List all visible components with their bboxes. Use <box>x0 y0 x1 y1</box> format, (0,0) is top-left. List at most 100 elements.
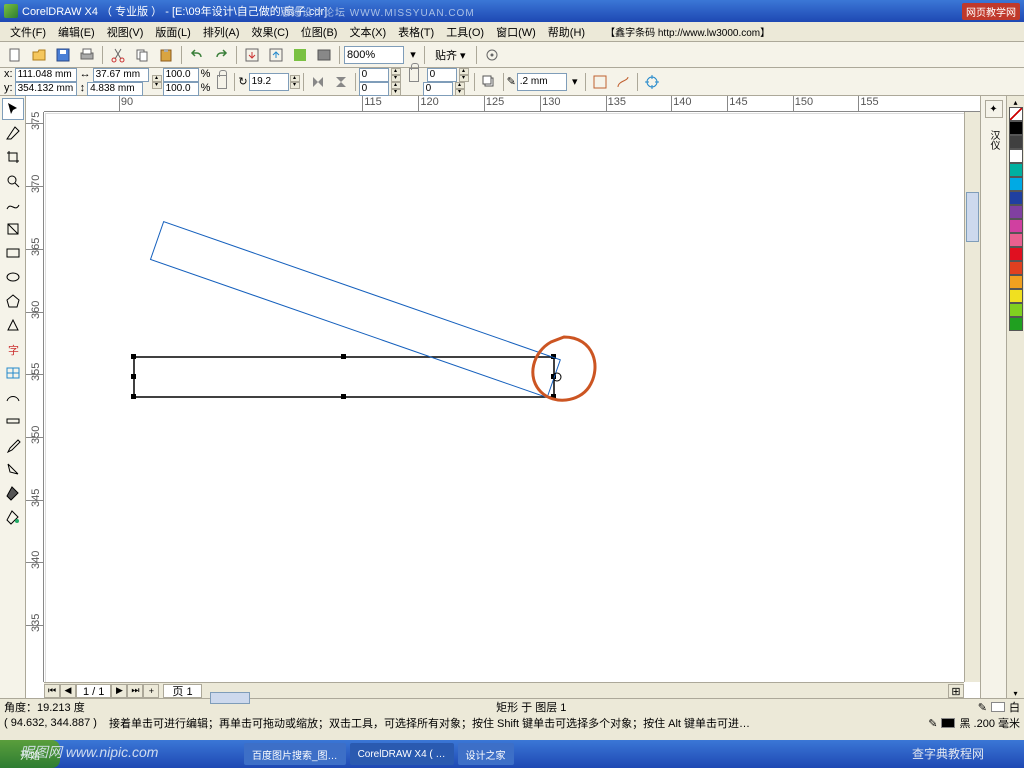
paste-icon[interactable] <box>155 44 177 66</box>
new-icon[interactable] <box>4 44 26 66</box>
next-page-icon[interactable]: ▶ <box>111 684 127 698</box>
menu-help[interactable]: 帮助(H) <box>542 22 591 42</box>
corner-rx-input[interactable] <box>359 68 389 82</box>
rotation-input[interactable] <box>249 73 289 91</box>
dimension-tool-icon[interactable] <box>2 386 24 408</box>
canvas-area[interactable]: 90 115 120 125 130 135 140 145 150 155 3… <box>26 96 980 698</box>
color-swatch[interactable] <box>1009 247 1023 261</box>
redo-icon[interactable] <box>210 44 232 66</box>
menu-file[interactable]: 文件(F) <box>4 22 52 42</box>
prev-page-icon[interactable]: ◀ <box>60 684 76 698</box>
menu-table[interactable]: 表格(T) <box>392 22 440 42</box>
eyedropper-tool-icon[interactable] <box>2 434 24 456</box>
menu-edit[interactable]: 编辑(E) <box>52 22 101 42</box>
zoom-input[interactable] <box>344 46 404 64</box>
vertical-scrollbar[interactable] <box>964 112 980 682</box>
menu-view[interactable]: 视图(V) <box>101 22 150 42</box>
scale-y-input[interactable] <box>163 82 199 96</box>
color-swatch[interactable] <box>1009 317 1023 331</box>
freehand-tool-icon[interactable] <box>2 194 24 216</box>
copy-icon[interactable] <box>131 44 153 66</box>
wrap-text-icon[interactable] <box>589 71 611 93</box>
interactive-tool-icon[interactable] <box>2 410 24 432</box>
outline-tool-icon[interactable] <box>2 458 24 480</box>
menu-window[interactable]: 窗口(W) <box>490 22 542 42</box>
pos-x-input[interactable] <box>15 68 77 82</box>
menu-arrange[interactable]: 排列(A) <box>197 22 246 42</box>
corner-lock-icon[interactable] <box>409 68 419 82</box>
page-tab[interactable]: 页 1 <box>163 684 201 698</box>
pick-tool-icon[interactable] <box>2 98 24 120</box>
polygon-tool-icon[interactable] <box>2 290 24 312</box>
print-icon[interactable] <box>76 44 98 66</box>
mirror-h-icon[interactable] <box>307 71 329 93</box>
task-baidu[interactable]: 百度图片搜索_图… <box>244 743 346 765</box>
app-launcher-icon[interactable] <box>289 44 311 66</box>
fill-tool-icon[interactable] <box>2 482 24 504</box>
no-fill-swatch[interactable] <box>1009 107 1023 121</box>
rectangle-tool-icon[interactable] <box>2 242 24 264</box>
ellipse-tool-icon[interactable] <box>2 266 24 288</box>
palette-down-icon[interactable]: ▾ <box>1013 689 1017 698</box>
color-swatch[interactable] <box>1009 219 1023 233</box>
color-swatch[interactable] <box>1009 233 1023 247</box>
undo-icon[interactable] <box>186 44 208 66</box>
crosshair-icon[interactable] <box>641 71 663 93</box>
height-input[interactable] <box>87 82 143 96</box>
docker-color-icon[interactable]: 汉仪 <box>985 120 1003 160</box>
color-swatch[interactable] <box>1009 275 1023 289</box>
cut-icon[interactable] <box>107 44 129 66</box>
to-front-icon[interactable] <box>478 71 500 93</box>
outline-swatch[interactable] <box>941 718 955 728</box>
scale-x-input[interactable] <box>163 68 199 82</box>
outline-width-input[interactable] <box>517 73 567 91</box>
welcome-icon[interactable] <box>313 44 335 66</box>
menu-extra-link[interactable]: 【鑫字条码 http://www.lw3000.com】 <box>599 22 776 41</box>
drawing-canvas[interactable] <box>44 112 964 682</box>
color-swatch[interactable] <box>1009 289 1023 303</box>
palette-up-icon[interactable]: ▴ <box>1013 98 1017 107</box>
color-swatch[interactable] <box>1009 163 1023 177</box>
color-swatch[interactable] <box>1009 191 1023 205</box>
color-swatch[interactable] <box>1009 121 1023 135</box>
navigator-icon[interactable]: ⊞ <box>948 684 964 698</box>
menu-effects[interactable]: 效果(C) <box>246 22 295 42</box>
outline-dropdown-icon[interactable]: ▾ <box>568 71 582 93</box>
menu-tools[interactable]: 工具(O) <box>440 22 490 42</box>
pos-y-input[interactable] <box>15 82 77 96</box>
docker-hints-icon[interactable]: ✦ <box>985 100 1003 118</box>
table-tool-icon[interactable] <box>2 362 24 384</box>
first-page-icon[interactable]: ⏮ <box>44 684 60 698</box>
export-icon[interactable] <box>265 44 287 66</box>
mirror-v-icon[interactable] <box>330 71 352 93</box>
color-swatch[interactable] <box>1009 135 1023 149</box>
interactive-fill-icon[interactable] <box>2 506 24 528</box>
shape-tool-icon[interactable] <box>2 122 24 144</box>
import-icon[interactable] <box>241 44 263 66</box>
task-design[interactable]: 设计之家 <box>458 743 514 765</box>
fill-swatch[interactable] <box>991 702 1005 712</box>
basic-shapes-icon[interactable] <box>2 314 24 336</box>
start-button[interactable]: 开始 <box>0 740 60 768</box>
menu-text[interactable]: 文本(X) <box>343 22 392 42</box>
options-icon[interactable] <box>481 44 503 66</box>
add-page-icon[interactable]: + <box>143 684 159 698</box>
crop-tool-icon[interactable] <box>2 146 24 168</box>
width-input[interactable] <box>93 68 149 82</box>
smart-fill-icon[interactable] <box>2 218 24 240</box>
open-icon[interactable] <box>28 44 50 66</box>
last-page-icon[interactable]: ⏭ <box>127 684 143 698</box>
color-swatch[interactable] <box>1009 177 1023 191</box>
save-icon[interactable] <box>52 44 74 66</box>
lock-ratio-icon[interactable] <box>217 75 227 89</box>
color-swatch[interactable] <box>1009 261 1023 275</box>
color-swatch[interactable] <box>1009 303 1023 317</box>
menu-layout[interactable]: 版面(L) <box>149 22 196 42</box>
text-tool-icon[interactable]: 字 <box>2 338 24 360</box>
color-swatch[interactable] <box>1009 205 1023 219</box>
snap-button[interactable]: 贴齐 ▾ <box>429 47 472 63</box>
task-coreldraw[interactable]: CorelDRAW X4 ( … <box>350 743 454 765</box>
corner-ry-input[interactable] <box>427 68 457 82</box>
menu-bitmap[interactable]: 位图(B) <box>295 22 344 42</box>
color-swatch[interactable] <box>1009 149 1023 163</box>
